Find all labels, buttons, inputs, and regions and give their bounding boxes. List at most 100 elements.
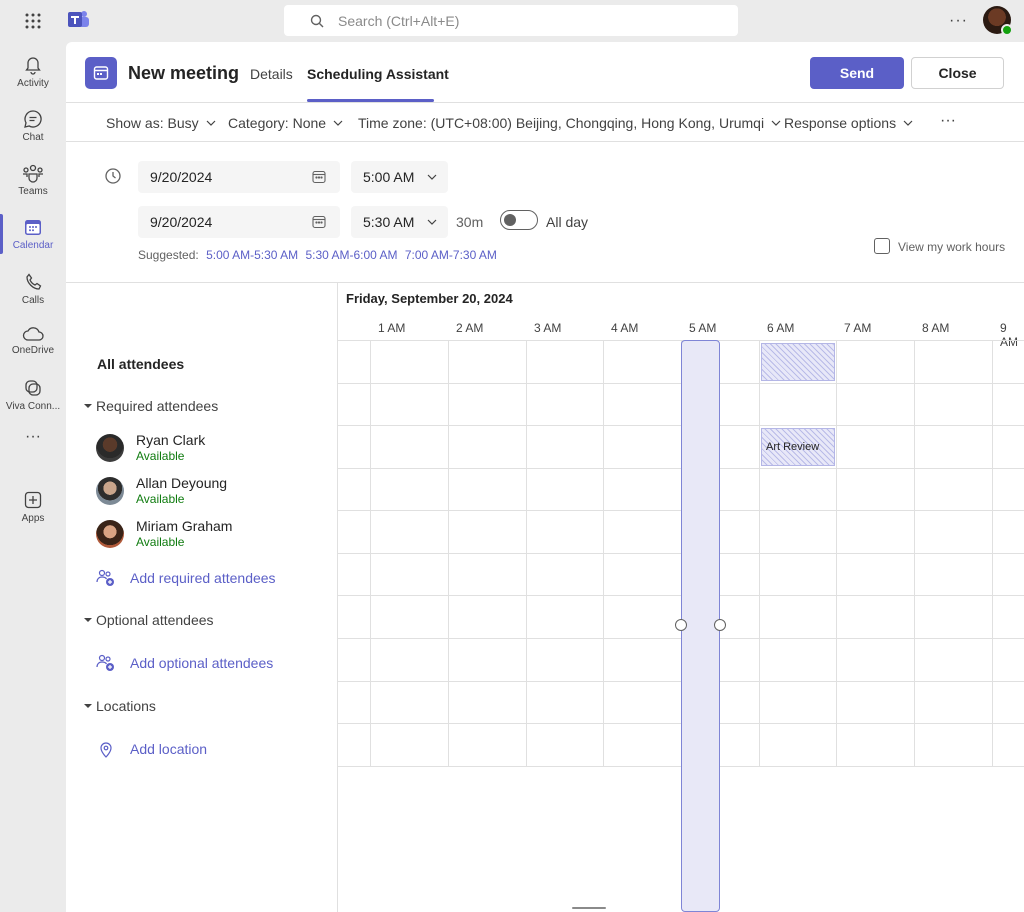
search-placeholder: Search (Ctrl+Alt+E) — [338, 12, 460, 29]
close-button[interactable]: Close — [911, 57, 1004, 89]
start-time-dropdown[interactable]: 5:00 AM — [351, 161, 448, 193]
category-label: Category: None — [228, 115, 327, 131]
calendar-picker-icon[interactable] — [312, 170, 326, 184]
attendee-allan-deyoung[interactable]: Allan Deyoung Available — [96, 475, 326, 509]
send-button[interactable]: Send — [810, 57, 904, 89]
response-options-dropdown[interactable]: Response options — [784, 115, 914, 131]
options-bar: Show as: Busy Category: None Time zone: … — [66, 104, 1024, 142]
start-date-field[interactable]: 9/20/2024 — [138, 161, 340, 193]
end-date-field[interactable]: 9/20/2024 — [138, 206, 340, 238]
optional-attendees-label: Optional attendees — [96, 612, 214, 628]
rail-item-activity[interactable]: Activity — [0, 46, 66, 98]
cloud-icon — [22, 327, 44, 341]
scroll-indicator[interactable] — [572, 907, 606, 909]
grid-line — [448, 340, 449, 767]
grid-line — [526, 340, 527, 767]
add-optional-attendees-link[interactable]: Add optional attendees — [96, 654, 273, 672]
tab-details[interactable]: Details — [250, 66, 293, 82]
attendee-status: Available — [136, 535, 185, 549]
caret-down-icon — [84, 618, 92, 622]
chevron-down-icon — [903, 120, 913, 126]
page-title: New meeting — [128, 63, 240, 83]
locations-toggle[interactable]: Locations — [84, 698, 156, 714]
attendee-status: Available — [136, 449, 185, 463]
hour-label: 2 AM — [456, 321, 484, 335]
rail-label: Calls — [21, 295, 45, 306]
rail-item-apps[interactable]: Apps — [0, 481, 66, 533]
profile-avatar[interactable] — [983, 6, 1013, 36]
chat-icon — [24, 110, 42, 128]
chevron-down-icon — [333, 120, 343, 126]
event-label: Art Review — [766, 441, 820, 453]
event-art-review[interactable]: Art Review — [761, 428, 835, 466]
active-tab-indicator — [307, 99, 434, 102]
rail-item-onedrive[interactable]: OneDrive — [0, 315, 66, 367]
hour-label: 3 AM — [534, 321, 562, 335]
meeting-icon — [85, 57, 117, 89]
tab-scheduling-assistant[interactable]: Scheduling Assistant — [307, 66, 449, 82]
resize-handle[interactable] — [714, 619, 726, 631]
selected-time-slot[interactable] — [675, 340, 726, 912]
rail-item-calendar[interactable]: Calendar — [0, 208, 66, 260]
end-time-value: 5:30 AM — [363, 214, 415, 230]
grid-line — [370, 340, 371, 767]
suggested-time-link[interactable]: 5:00 AM-5:30 AM — [206, 248, 298, 262]
busy-block-all[interactable] — [761, 343, 835, 381]
scheduling-grid: Friday, September 20, 2024 1 AM 2 AM 3 A… — [338, 283, 1024, 912]
rail-more-icon[interactable]: ··· — [0, 425, 66, 449]
add-location-link[interactable]: Add location — [96, 740, 207, 758]
start-time-value: 5:00 AM — [363, 169, 415, 185]
calendar-icon — [25, 220, 41, 235]
search-icon — [310, 14, 324, 27]
add-people-icon — [96, 654, 114, 671]
hour-label: 1 AM — [378, 321, 406, 335]
phone-icon — [26, 273, 42, 290]
attendee-miriam-graham[interactable]: Miriam Graham Available — [96, 518, 326, 552]
hour-label: 5 AM — [689, 321, 717, 335]
start-date-value: 9/20/2024 — [150, 169, 213, 185]
rail-label: Calendar — [12, 240, 54, 251]
timezone-dropdown[interactable]: Time zone: (UTC+08:00) Beijing, Chongqin… — [358, 115, 782, 131]
more-options-icon[interactable]: ··· — [949, 12, 968, 30]
rail-item-chat[interactable]: Chat — [0, 100, 66, 152]
grid-line — [914, 340, 915, 767]
work-hours-checkbox[interactable] — [874, 238, 890, 254]
rail-item-viva[interactable]: Viva Conn... — [0, 369, 66, 421]
hour-label: 6 AM — [767, 321, 795, 335]
suggested-times: Suggested: 5:00 AM-5:30 AM 5:30 AM-6:00 … — [138, 248, 497, 262]
all-day-label: All day — [546, 214, 589, 230]
show-as-label: Show as: Busy — [106, 115, 199, 131]
locations-label: Locations — [96, 698, 156, 714]
end-time-dropdown[interactable]: 5:30 AM — [351, 206, 448, 238]
add-optional-label: Add optional attendees — [130, 655, 274, 671]
rail-item-teams[interactable]: Teams — [0, 154, 66, 206]
category-dropdown[interactable]: Category: None — [228, 115, 344, 131]
add-required-attendees-link[interactable]: Add required attendees — [96, 569, 276, 587]
hour-label: 9 AM — [1000, 321, 1018, 349]
rail-label: Activity — [17, 78, 49, 89]
location-pin-icon — [100, 742, 112, 758]
grid-line — [992, 340, 993, 767]
all-day-toggle[interactable] — [500, 210, 538, 230]
suggested-time-link[interactable]: 5:30 AM-6:00 AM — [305, 248, 397, 262]
attendee-name: Miriam Graham — [136, 518, 233, 534]
suggested-label: Suggested: — [138, 248, 199, 262]
search-input[interactable]: Search (Ctrl+Alt+E) — [284, 5, 738, 36]
all-attendees-heading: All attendees — [97, 356, 185, 372]
more-options-icon[interactable]: ··· — [940, 112, 956, 130]
calendar-picker-icon[interactable] — [312, 215, 326, 229]
required-attendees-toggle[interactable]: Required attendees — [84, 398, 218, 414]
avatar — [96, 477, 124, 505]
rail-item-calls[interactable]: Calls — [0, 263, 66, 315]
end-date-value: 9/20/2024 — [150, 214, 213, 230]
optional-attendees-toggle[interactable]: Optional attendees — [84, 612, 214, 628]
attendee-ryan-clark[interactable]: Ryan Clark Available — [96, 432, 326, 466]
attendee-name: Ryan Clark — [136, 432, 206, 448]
resize-handle[interactable] — [675, 619, 687, 631]
teams-logo-icon — [66, 9, 90, 34]
rail-label: Viva Conn... — [5, 401, 61, 412]
suggested-time-link[interactable]: 7:00 AM-7:30 AM — [405, 248, 497, 262]
viva-icon — [25, 380, 41, 396]
app-launcher-icon[interactable] — [24, 12, 42, 33]
show-as-dropdown[interactable]: Show as: Busy — [106, 115, 217, 131]
